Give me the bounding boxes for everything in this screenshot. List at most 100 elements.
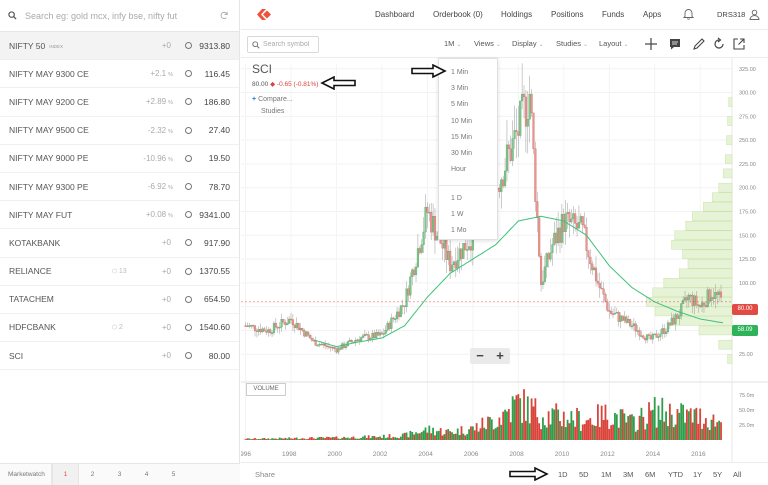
watchlist-page-3[interactable]: 3 [106,464,133,485]
watchlist-item[interactable]: NIFTY MAY 9200 CE +2.89% 186.80 [0,88,239,117]
candle-body [634,323,637,332]
instrument-price: 80.00 [208,350,230,361]
range-6m[interactable]: 6M [645,470,655,479]
nav-holdings[interactable]: Holdings [501,10,532,19]
crosshair-icon[interactable] [643,36,659,52]
interval-3min[interactable]: 3 Min [451,85,468,92]
watchlist-item[interactable]: KOTAKBANK +0 917.90 [0,229,239,258]
symbol-search-input[interactable] [263,41,317,48]
market-depth-icon[interactable] [185,126,192,134]
display-dropdown[interactable]: Display ⌄ [512,39,544,48]
candle-body [299,328,302,331]
watchlist-item[interactable]: SCI +0 80.00 [0,342,239,371]
draw-pencil-icon[interactable] [691,36,707,52]
watchlist-page-2[interactable]: 2 [79,464,106,485]
range-1m[interactable]: 1M [601,470,611,479]
range-1d[interactable]: 1D [558,470,568,479]
watchlist-search-input[interactable] [25,10,220,21]
layout-dropdown[interactable]: Layout ⌄ [599,39,629,48]
nav-orderbook[interactable]: Orderbook (0) [433,10,483,19]
user-profile-icon[interactable] [749,9,760,20]
nav-apps[interactable]: Apps [643,10,661,19]
market-depth-icon[interactable] [185,183,192,191]
watchlist-item[interactable]: NIFTY MAY FUT +0.08% 9341.00 [0,201,239,230]
market-depth-icon[interactable] [185,154,192,162]
interval-5min[interactable]: 5 Min [451,101,468,108]
nav-positions[interactable]: Positions [551,10,583,19]
zoom-out-button[interactable]: − [470,348,490,364]
refresh-icon[interactable] [220,11,229,20]
watchlist-item[interactable]: NIFTY MAY 9000 PE -10.96% 19.50 [0,145,239,173]
volume-bar [600,405,603,440]
candle-body [339,347,342,350]
nav-funds[interactable]: Funds [602,10,624,19]
interval-1w[interactable]: 1 W [451,211,463,218]
share-button[interactable]: Share [255,470,275,479]
views-dropdown[interactable]: Views ⌄ [474,39,501,48]
range-3m[interactable]: 3M [623,470,633,479]
volume-bar [572,420,575,440]
user-id[interactable]: DRS318 [717,10,745,19]
watchlist-item[interactable]: NIFTY MAY 9300 CE +2.1% 116.45 [0,60,239,89]
candle-body [551,244,554,253]
volume-bar [579,430,582,440]
kite-logo-icon[interactable] [257,9,271,20]
volume-bar [610,425,613,440]
watchlist-item[interactable]: NIFTY MAY 9500 CE -2.32% 27.40 [0,117,239,145]
candle-body [384,329,387,334]
studies-link[interactable]: Studies [261,108,284,115]
interval-10min[interactable]: 10 Min [451,118,472,125]
watchlist-item[interactable]: NIFTY 50 INDEX +0 9313.80 [0,32,239,61]
range-5y[interactable]: 5Y [713,470,722,479]
volume-bar [536,417,539,440]
candle-body [411,269,414,277]
volume-bar [615,414,618,440]
zoom-in-button[interactable]: + [490,348,510,364]
interval-1min[interactable]: 1 Min [451,69,468,76]
interval-15min[interactable]: 15 Min [451,134,472,141]
watchlist-item[interactable]: HDFCBANK 2 +0 1540.60 [0,314,239,343]
price-chart[interactable]: 325.00 300.00 275.00 250.00 225.00 200.00 175.… [241,58,768,462]
reset-icon[interactable] [711,36,727,52]
interval-1d[interactable]: 1 D [451,195,462,202]
watchlist-page-4[interactable]: 4 [133,464,160,485]
chat-icon[interactable] [667,36,683,52]
volume-bar [301,438,304,440]
candle-body [627,319,630,323]
range-1y[interactable]: 1Y [693,470,702,479]
volume-bar [525,420,527,440]
candle-body [403,305,406,307]
notification-bell-icon[interactable] [683,8,694,20]
range-all[interactable]: All [733,470,741,479]
interval-hour[interactable]: Hour [451,166,466,173]
interval-30min[interactable]: 30 Min [451,150,472,157]
range-ytd[interactable]: YTD [668,470,683,479]
interval-1mo[interactable]: 1 Mo [451,227,467,234]
watchlist-item[interactable]: TATACHEM +0 654.50 [0,286,239,314]
watchlist-page-1[interactable]: 1 [52,463,79,485]
symbol-search-box[interactable] [247,36,319,53]
compare-button[interactable]: + Compare... [252,96,293,103]
change-unit: % [168,128,173,135]
watchlist-item[interactable]: NIFTY MAY 9300 PE -6.92% 78.70 [0,173,239,202]
market-depth-icon[interactable] [185,323,192,331]
volume-profile-bar [722,168,733,179]
nav-dashboard[interactable]: Dashboard [375,10,414,19]
market-depth-icon[interactable] [185,295,192,303]
popout-icon[interactable] [731,36,747,52]
studies-dropdown[interactable]: Studies ⌄ [556,39,588,48]
candle-body [308,334,312,339]
candle-body [291,319,294,326]
candle-body [267,329,270,333]
candle-body [513,130,516,139]
watchlist-page-5[interactable]: 5 [160,464,187,485]
market-depth-icon[interactable] [185,267,192,275]
change-value: +0.08 [145,210,167,220]
instrument-symbol: NIFTY MAY FUT [9,209,73,220]
watchlist-item[interactable]: RELIANCE 13 +0 1370.55 [0,258,239,286]
chart-canvas[interactable]: 325.00 300.00 275.00 250.00 225.00 200.00 175.… [241,58,768,462]
interval-value: 1M [444,39,455,48]
volume-study-label[interactable]: VOLUME [246,383,286,396]
range-5d[interactable]: 5D [579,470,589,479]
interval-dropdown[interactable]: 1M ⌄ [444,39,461,48]
